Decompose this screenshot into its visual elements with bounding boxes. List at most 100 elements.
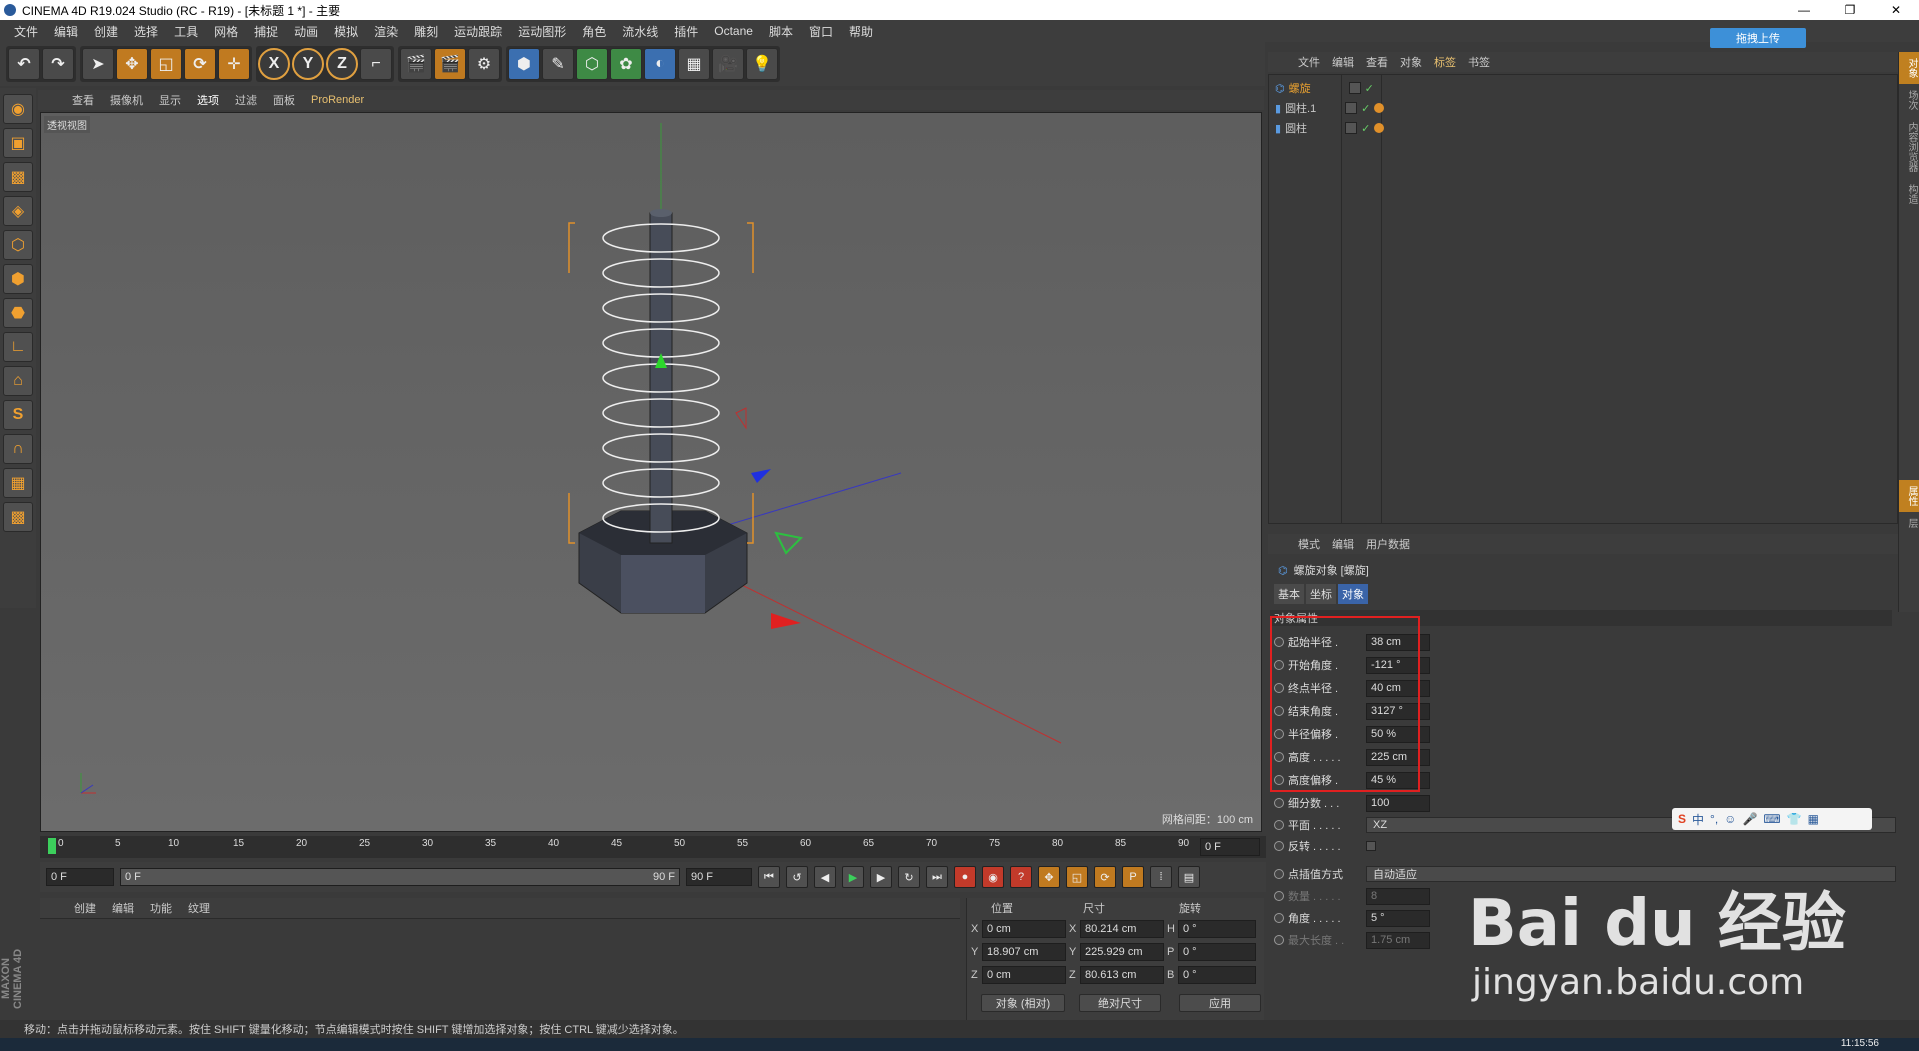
- attr-menu-mode[interactable]: 模式: [1292, 536, 1326, 552]
- obj-menu-tags[interactable]: 标签: [1428, 54, 1462, 70]
- x-axis-lock-button[interactable]: X: [258, 48, 290, 80]
- enabled-check-icon[interactable]: ✓: [1361, 102, 1370, 115]
- key-rotation-icon[interactable]: ⟳: [1094, 866, 1116, 888]
- ime-language[interactable]: 中: [1692, 811, 1704, 828]
- obj-menu-view[interactable]: 查看: [1360, 54, 1394, 70]
- render-picture-viewer-icon[interactable]: 🎬: [434, 48, 466, 80]
- model-mode-icon[interactable]: ▣: [3, 128, 33, 158]
- menu-script[interactable]: 脚本: [761, 23, 801, 40]
- timeline-ruler[interactable]: 0 5 10 15 20 25 30 35 40 45 50 55 60 65 …: [40, 836, 1266, 858]
- mat-menu-function[interactable]: 功能: [142, 900, 180, 916]
- size-mode-dropdown[interactable]: 绝对尺寸: [1079, 994, 1161, 1012]
- polygons-mode-icon[interactable]: ⬣: [3, 298, 33, 328]
- visibility-flags[interactable]: [1345, 102, 1358, 114]
- menu-create[interactable]: 创建: [86, 23, 126, 40]
- floor-icon[interactable]: ▦: [678, 48, 710, 80]
- frame-range-slider[interactable]: 0 F 90 F: [120, 868, 680, 886]
- axis-mode-icon[interactable]: ∟: [3, 332, 33, 362]
- close-button[interactable]: ✕: [1873, 0, 1919, 20]
- menu-help[interactable]: 帮助: [841, 23, 881, 40]
- side-tab-objects[interactable]: 对象: [1899, 52, 1919, 84]
- cube-icon[interactable]: ⬢: [508, 48, 540, 80]
- menu-render[interactable]: 渲染: [366, 23, 406, 40]
- animate-radio[interactable]: [1274, 935, 1284, 945]
- max-length-field[interactable]: 1.75 cm: [1366, 931, 1430, 949]
- camera-icon[interactable]: 🎥: [712, 48, 744, 80]
- apply-button[interactable]: 应用: [1179, 994, 1261, 1012]
- current-frame-field[interactable]: 0 F: [1200, 838, 1260, 856]
- tab-coord[interactable]: 坐标: [1306, 584, 1336, 604]
- subdivision-icon[interactable]: ⬡: [576, 48, 608, 80]
- menu-window[interactable]: 窗口: [801, 23, 841, 40]
- points-mode-icon[interactable]: ⬡: [3, 230, 33, 260]
- next-key-icon[interactable]: ↻: [898, 866, 920, 888]
- goto-start-icon[interactable]: ⏮: [758, 866, 780, 888]
- animate-radio[interactable]: [1274, 841, 1284, 851]
- key-pla-icon[interactable]: ⁞: [1150, 866, 1172, 888]
- animate-radio[interactable]: [1274, 869, 1284, 879]
- cloner-icon[interactable]: ✿: [610, 48, 642, 80]
- goto-end-icon[interactable]: ⏭: [926, 866, 948, 888]
- attr-menu-userdata[interactable]: 用户数据: [1360, 536, 1416, 552]
- texture-mode-icon[interactable]: ▩: [3, 162, 33, 192]
- end-frame-field[interactable]: 90 F: [686, 868, 752, 886]
- menu-plugins[interactable]: 插件: [666, 23, 706, 40]
- menu-snap[interactable]: 捕捉: [246, 23, 286, 40]
- rot-p-field[interactable]: 0 °: [1178, 943, 1256, 961]
- tab-object[interactable]: 对象: [1338, 584, 1368, 604]
- workplane-icon[interactable]: ◈: [3, 196, 33, 226]
- perspective-viewport[interactable]: 网格间距：100 cm: [40, 112, 1262, 832]
- skin-icon[interactable]: 👕: [1787, 812, 1802, 826]
- obj-menu-edit[interactable]: 编辑: [1326, 54, 1360, 70]
- select-arrow-icon[interactable]: ➤: [82, 48, 114, 80]
- menu-octane[interactable]: Octane: [706, 24, 761, 38]
- keyboard-icon[interactable]: ⌨: [1763, 812, 1780, 826]
- coord-mode-dropdown[interactable]: 对象 (相对): [981, 994, 1065, 1012]
- obj-menu-objects[interactable]: 对象: [1394, 54, 1428, 70]
- keyframe-help-icon[interactable]: ?: [1010, 866, 1032, 888]
- minimize-button[interactable]: —: [1781, 0, 1827, 20]
- prev-frame-icon[interactable]: ◀: [814, 866, 836, 888]
- z-axis-lock-button[interactable]: Z: [326, 48, 358, 80]
- edges-mode-icon[interactable]: ⬢: [3, 264, 33, 294]
- enabled-check-icon[interactable]: ✓: [1361, 122, 1370, 135]
- reverse-checkbox[interactable]: [1366, 841, 1376, 851]
- vp-menu-prorender[interactable]: ProRender: [303, 94, 372, 106]
- workplane-lock-icon[interactable]: ▦: [3, 468, 33, 498]
- toolbox-icon[interactable]: ▦: [1808, 812, 1819, 826]
- punctuation-icon[interactable]: °,: [1710, 812, 1718, 826]
- animate-radio[interactable]: [1274, 891, 1284, 901]
- menu-simulate[interactable]: 模拟: [326, 23, 366, 40]
- light-icon[interactable]: 💡: [746, 48, 778, 80]
- solo-icon[interactable]: S: [3, 400, 33, 430]
- mic-icon[interactable]: 🎤: [1742, 812, 1757, 826]
- mat-menu-texture[interactable]: 纹理: [180, 900, 218, 916]
- mat-menu-create[interactable]: 创建: [66, 900, 104, 916]
- vp-menu-options[interactable]: 选项: [189, 92, 227, 108]
- timeline-cursor[interactable]: [48, 838, 56, 854]
- vp-menu-display[interactable]: 显示: [151, 92, 189, 108]
- redo-button[interactable]: ↷: [42, 48, 74, 80]
- menu-animate[interactable]: 动画: [286, 23, 326, 40]
- rot-h-field[interactable]: 0 °: [1178, 920, 1256, 938]
- size-y-field[interactable]: 225.929 cm: [1080, 943, 1164, 961]
- menu-sculpt[interactable]: 雕刻: [406, 23, 446, 40]
- material-area[interactable]: [40, 918, 960, 1020]
- phong-tag-icon[interactable]: [1374, 123, 1385, 133]
- snap-icon[interactable]: ∩: [3, 434, 33, 464]
- size-z-field[interactable]: 80.613 cm: [1080, 966, 1164, 984]
- tab-basic[interactable]: 基本: [1274, 584, 1304, 604]
- prev-key-icon[interactable]: ↺: [786, 866, 808, 888]
- rotate-icon[interactable]: ⟳: [184, 48, 216, 80]
- undo-button[interactable]: ↶: [8, 48, 40, 80]
- mat-menu-edit[interactable]: 编辑: [104, 900, 142, 916]
- emoji-icon[interactable]: ☺: [1724, 812, 1736, 826]
- angle-field[interactable]: 5 °: [1366, 909, 1430, 927]
- ime-toolbar[interactable]: S 中 °, ☺ 🎤 ⌨ 👕 ▦: [1672, 808, 1872, 830]
- visibility-flags[interactable]: [1345, 122, 1358, 134]
- autokey-icon[interactable]: ◉: [982, 866, 1004, 888]
- upload-button[interactable]: 拖拽上传: [1710, 28, 1806, 48]
- record-icon[interactable]: ●: [954, 866, 976, 888]
- menu-tools[interactable]: 工具: [166, 23, 206, 40]
- phong-tag-icon[interactable]: [1374, 103, 1385, 113]
